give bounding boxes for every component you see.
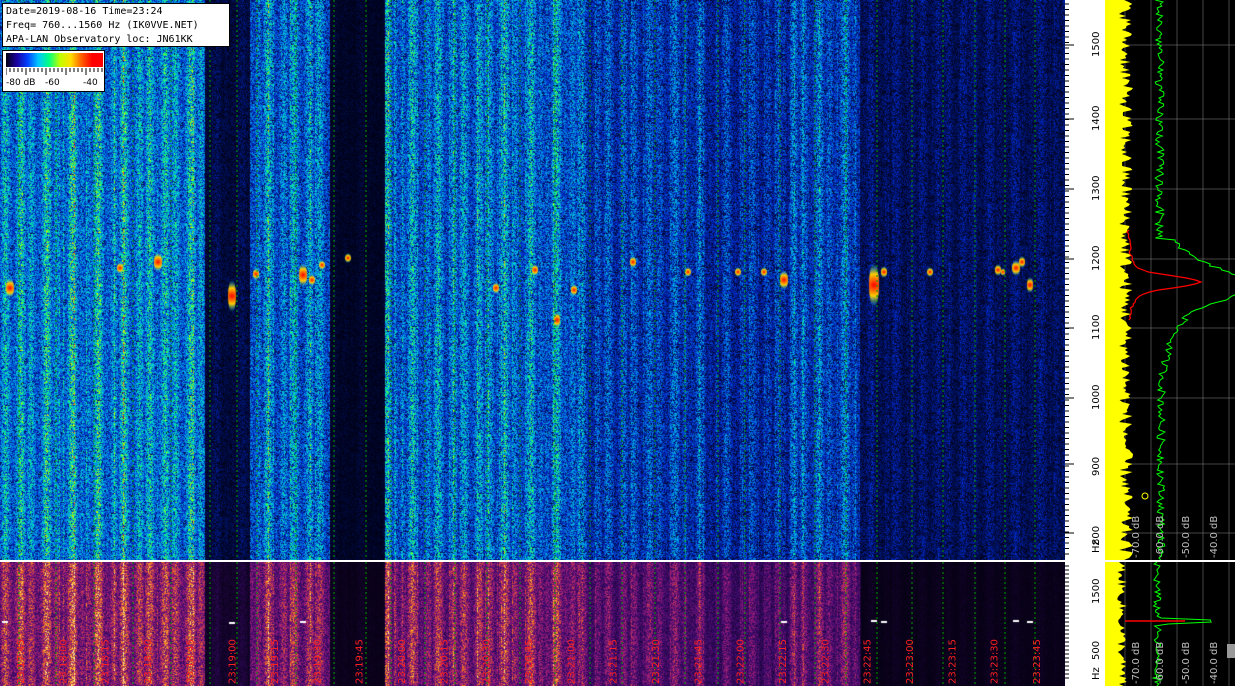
color-scale-gradient	[6, 53, 103, 67]
time-label: 23:19:30	[312, 639, 323, 684]
color-scale-legend: -80 dB -60 -40	[2, 50, 105, 92]
color-scale-ticks	[6, 68, 103, 75]
overview-time-labels: 23:17:45 23:18:00 23:18:15 23:18:30 23:18:45…	[16, 562, 1043, 686]
info-frequency: Freq= 760...1560 Hz (IK0VVE.NET)	[6, 20, 199, 31]
time-label: 23:22:30	[820, 639, 831, 684]
freq-tick-label: 1000	[1091, 385, 1102, 410]
overview-noise-floor	[1105, 562, 1127, 686]
time-label: 23:22:00	[736, 639, 747, 684]
db-label: -50.0 dB	[1181, 516, 1192, 558]
time-label: 23:22:15	[778, 639, 789, 684]
time-label: 23:18:00	[58, 639, 69, 684]
db-label: -70.0 dB	[1131, 516, 1142, 558]
freq-tick-label: 900	[1091, 457, 1102, 476]
freq-tick-label: 500	[1091, 641, 1102, 660]
spectrum-profile: -70.0 dB -60.0 dB -50.0 dB -40.0 dB	[1105, 0, 1235, 560]
time-label: 23:18:30	[143, 639, 154, 684]
frequency-axis-overview: 1500 500 Hz	[1065, 562, 1105, 686]
time-label: 23:20:15	[439, 639, 450, 684]
spectrum-profile-overview: -70.0 dB -60.0 dB -50.0 dB -40.0 dB	[1105, 562, 1235, 686]
freq-unit: Hz	[1091, 667, 1102, 680]
scale-label-mid: -60	[45, 78, 60, 88]
db-label: -70.0 dB	[1131, 642, 1142, 684]
scale-label-low: -80 dB	[6, 78, 36, 88]
freq-tick-label: 1100	[1091, 315, 1102, 340]
time-label: 23:22:45	[863, 639, 874, 684]
db-label: -60.0 dB	[1155, 642, 1166, 684]
time-label: 23:23:15	[947, 639, 958, 684]
info-date-time: Date=2019-08-16 Time=23:24	[6, 6, 163, 17]
db-label: -50.0 dB	[1181, 642, 1192, 684]
freq-tick-label: 1500	[1091, 579, 1102, 604]
spectrum-marker	[1141, 492, 1149, 500]
freq-tick-label: 1200	[1091, 246, 1102, 271]
db-label: -60.0 dB	[1155, 516, 1166, 558]
time-label: 23:23:45	[1032, 639, 1043, 684]
freq-tick-label: 1400	[1091, 106, 1102, 131]
info-location: APA-LAN Observatory loc: JN61KK	[6, 34, 193, 45]
time-label: 23:20:30	[482, 639, 493, 684]
time-label: 23:17:45	[16, 639, 27, 684]
time-label: 23:21:00	[566, 639, 577, 684]
time-label: 23:20:45	[524, 639, 535, 684]
time-label: 23:23:30	[990, 639, 1001, 684]
frequency-axis: 150014001300120011001000900800Hz	[1065, 0, 1105, 560]
color-scale-labels: -80 dB -60 -40	[5, 78, 105, 90]
freq-tick-label: 1500	[1091, 32, 1102, 57]
info-box: Date=2019-08-16 Time=23:24 Freq= 760...1…	[2, 3, 230, 47]
scale-label-high: -40	[83, 78, 98, 88]
waterfall-time-grid	[18, 0, 1036, 560]
time-label: 23:20:00	[397, 639, 408, 684]
time-label: 23:18:45	[185, 639, 196, 684]
overview-scroll-marker	[1227, 644, 1235, 658]
db-label: -40.0 dB	[1209, 516, 1220, 558]
time-label: 23:21:15	[609, 639, 620, 684]
time-label: 23:19:45	[355, 639, 366, 684]
time-label: 23:23:00	[905, 639, 916, 684]
time-label: 23:19:00	[228, 639, 239, 684]
freq-tick-label: 1300	[1091, 176, 1102, 201]
spectrum-noise-floor	[1105, 0, 1133, 560]
time-label: 23:19:15	[270, 639, 281, 684]
freq-unit: Hz	[1091, 540, 1102, 553]
time-label: 23:21:45	[693, 639, 704, 684]
time-label: 23:21:30	[651, 639, 662, 684]
db-label: -40.0 dB	[1209, 642, 1220, 684]
time-label: 23:18:15	[101, 639, 112, 684]
spectrum-average-trace	[1126, 229, 1203, 321]
